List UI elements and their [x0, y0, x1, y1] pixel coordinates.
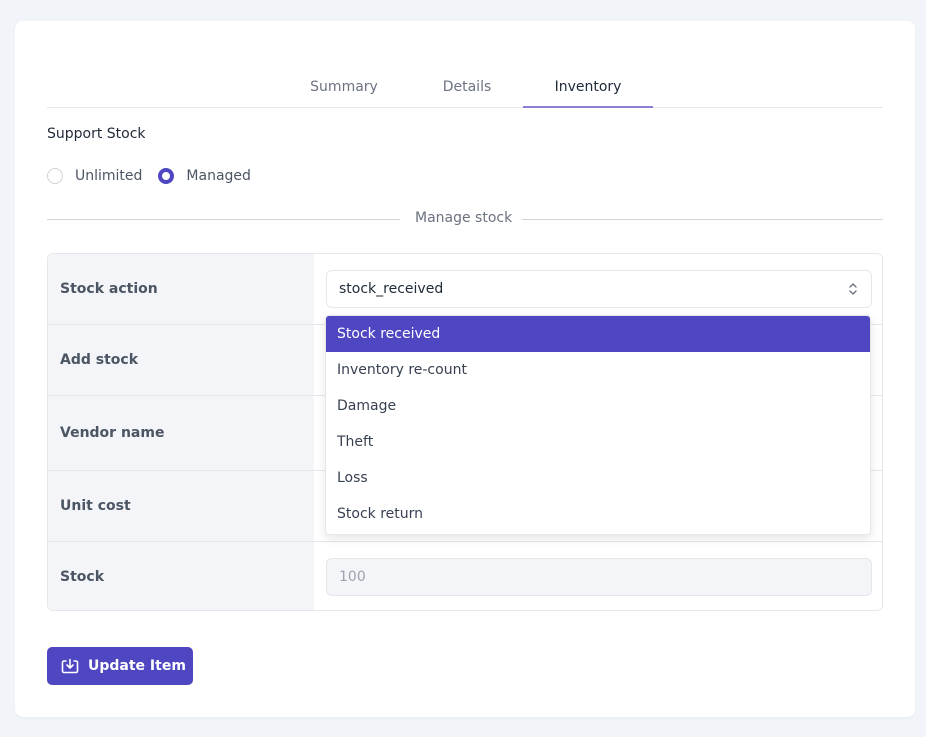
tab-summary[interactable]: Summary — [309, 77, 379, 108]
tab-inventory[interactable]: Inventory — [523, 77, 653, 108]
option-loss[interactable]: Loss — [326, 460, 870, 496]
unit-cost-label: Unit cost — [48, 471, 314, 541]
stock-input[interactable]: 100 — [326, 558, 872, 596]
update-item-label: Update Item — [88, 658, 186, 674]
radio-unlimited-label[interactable]: Unlimited — [75, 168, 142, 184]
chevron-up-down-icon — [849, 283, 857, 295]
support-stock-label: Support Stock — [47, 126, 146, 142]
manage-stock-label: Manage stock — [415, 210, 513, 226]
radio-managed-label[interactable]: Managed — [186, 168, 251, 184]
option-inventory-recount[interactable]: Inventory re-count — [326, 352, 870, 388]
support-stock-radio-group: Unlimited Managed — [47, 166, 267, 186]
radio-managed[interactable] — [158, 168, 175, 184]
option-theft[interactable]: Theft — [326, 424, 870, 460]
stock-action-label: Stock action — [48, 254, 314, 324]
vendor-name-label: Vendor name — [48, 396, 314, 470]
divider-line-left — [47, 219, 400, 220]
option-stock-received[interactable]: Stock received — [326, 316, 870, 352]
row-stock: Stock 100 — [48, 542, 882, 610]
download-tray-icon — [61, 658, 79, 674]
stock-action-select[interactable]: stock_received — [326, 270, 872, 308]
stock-action-value: stock_received — [339, 281, 444, 297]
option-damage[interactable]: Damage — [326, 388, 870, 424]
radio-unlimited[interactable] — [47, 168, 63, 184]
stock-label: Stock — [48, 542, 314, 610]
manage-stock-divider: Manage stock — [47, 210, 883, 230]
option-stock-return[interactable]: Stock return — [326, 496, 870, 532]
add-stock-label: Add stock — [48, 325, 314, 395]
tab-details[interactable]: Details — [433, 77, 501, 108]
tab-bar: Summary Details Inventory — [47, 77, 883, 108]
stock-action-dropdown: Stock received Inventory re-count Damage… — [325, 315, 871, 535]
update-item-button[interactable]: Update Item — [47, 647, 193, 685]
divider-line-right — [522, 219, 883, 220]
